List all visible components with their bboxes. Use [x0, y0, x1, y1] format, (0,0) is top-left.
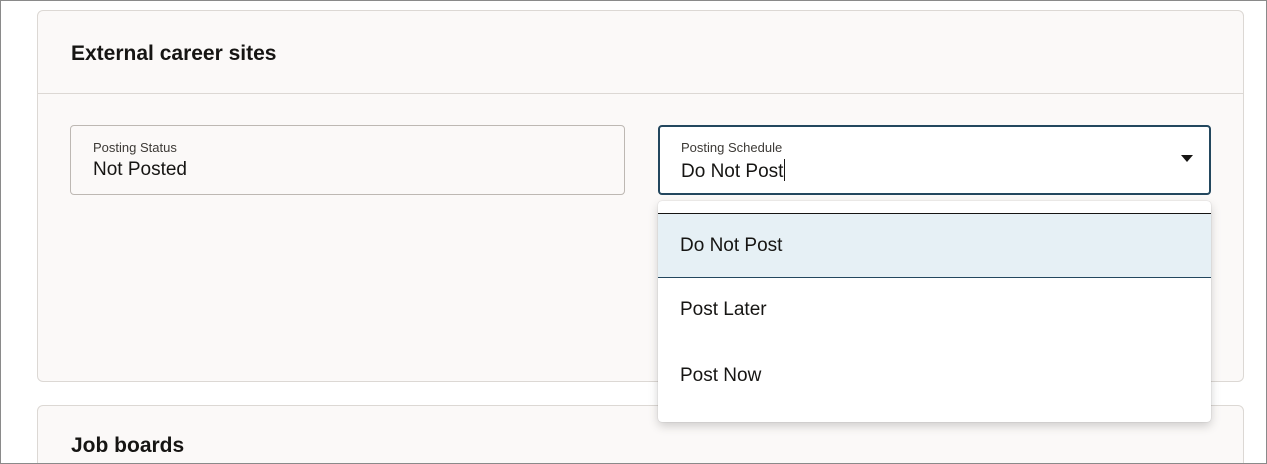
text-caret — [784, 159, 786, 181]
posting-schedule-label: Posting Schedule — [681, 140, 783, 155]
posting-schedule-value: Do Not Post — [681, 161, 784, 182]
dropdown-option-post-later[interactable]: Post Later — [658, 278, 1211, 342]
dropdown-option-post-now[interactable]: Post Now — [658, 344, 1211, 408]
posting-schedule-select[interactable]: Posting Schedule Do Not Post — [658, 125, 1211, 195]
section-title-job-boards: Job boards — [71, 434, 185, 457]
posting-schedule-input[interactable]: Do Not Post — [681, 159, 786, 183]
card-header: External career sites — [38, 11, 1243, 94]
chevron-down-icon[interactable] — [1181, 155, 1193, 162]
posting-status-value: Not Posted — [93, 159, 187, 180]
page-frame: External career sites Posting Status Not… — [0, 0, 1267, 464]
posting-status-label: Posting Status — [93, 140, 177, 155]
dropdown-option-do-not-post[interactable]: Do Not Post — [658, 214, 1211, 278]
posting-status-field: Posting Status Not Posted — [70, 125, 625, 195]
posting-schedule-dropdown: Do Not Post Post Later Post Now — [658, 201, 1211, 422]
section-title-external-career-sites: External career sites — [71, 42, 277, 65]
